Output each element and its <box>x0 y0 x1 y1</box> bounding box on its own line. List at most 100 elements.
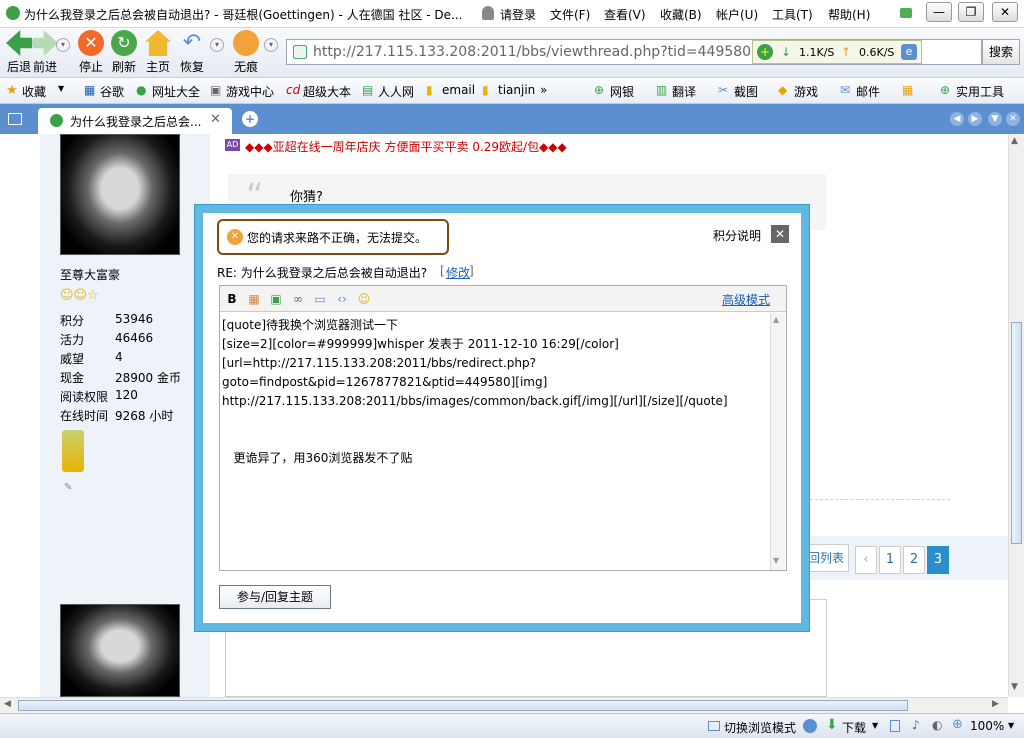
message-icon[interactable]: ✎ <box>64 482 72 493</box>
login-link[interactable]: 请登录 <box>500 6 536 23</box>
edit-subject-link[interactable]: 修改 <box>446 264 470 281</box>
stat-label: 积分 <box>60 314 85 328</box>
ad-link[interactable]: ◆◆◆亚超在线一周年店庆 方便面平买平卖 0.29欧起/包◆◆◆ <box>245 138 567 155</box>
chevron-down-icon[interactable]: ▼ <box>1008 721 1014 730</box>
reply-textarea[interactable]: [quote]待我换个浏览器测试一下 [size=2][color=#99999… <box>222 316 770 570</box>
tab-close-all-icon[interactable]: ✕ <box>1006 112 1020 126</box>
close-icon[interactable]: ✕ <box>771 225 789 243</box>
page-link[interactable]: 1 <box>879 546 901 574</box>
stat-value: 46466 <box>115 331 154 345</box>
page-link[interactable]: 2 <box>903 546 925 574</box>
scroll-up-icon[interactable]: ▲ <box>1011 136 1018 146</box>
prev-page-icon[interactable]: ‹ <box>855 546 877 574</box>
incognito-dropdown-icon[interactable]: ▾ <box>264 38 278 52</box>
current-page[interactable]: 3 <box>927 546 949 574</box>
restore-button[interactable]: ↶ 恢复 <box>173 30 211 75</box>
image-icon[interactable]: ▣ <box>268 291 284 307</box>
maximize-button[interactable]: ❐ <box>958 2 984 22</box>
tool-bank[interactable]: 网银 <box>610 83 634 100</box>
user-icon <box>482 6 494 20</box>
advanced-mode-link[interactable]: 高级模式 <box>722 291 770 308</box>
tool-mail[interactable]: 邮件 <box>856 83 880 100</box>
code-icon[interactable]: ‹› <box>334 291 350 307</box>
document-icon[interactable] <box>890 720 900 732</box>
avatar[interactable] <box>60 604 180 697</box>
quote-icon[interactable]: ▭ <box>312 291 328 307</box>
avatar[interactable] <box>60 134 180 255</box>
tab-next-icon[interactable]: ▶ <box>968 112 982 126</box>
volume-icon[interactable]: ◐ <box>932 718 942 732</box>
bold-icon[interactable]: B <box>224 291 240 307</box>
browser-logo-icon <box>6 6 20 20</box>
status-bar: 切换浏览模式 ⬇ 下载 ▼ ♪ ◐ ⊕ 100% ▼ <box>0 713 1024 738</box>
switch-mode-button[interactable]: 切换浏览模式 <box>724 719 796 736</box>
sidebar-toggle-icon[interactable] <box>8 113 22 125</box>
incognito-button[interactable]: 无痕 <box>227 30 265 75</box>
sound-icon[interactable]: ♪ <box>912 718 920 732</box>
link-icon[interactable]: ∞ <box>290 291 306 307</box>
post-editor: B ▦ ▣ ∞ ▭ ‹› ☺ 高级模式 [quote]待我换个浏览器测试一下 [… <box>219 285 787 571</box>
speed-monitor[interactable]: + ↓ 1.1K/S ↑ 0.6K/S e <box>752 40 922 64</box>
scroll-down-icon[interactable]: ▼ <box>773 556 779 565</box>
fav-item-collect[interactable]: 收藏 <box>22 83 46 100</box>
scroll-left-icon[interactable]: ◀ <box>4 699 11 709</box>
ie-icon[interactable] <box>803 719 817 733</box>
title-bar: 为什么我登录之后总会被自动退出? - 哥廷根(Goettingen) - 人在德… <box>0 0 1024 28</box>
reply-subject: RE: 为什么我登录之后总会被自动退出? <box>217 266 428 280</box>
more-chevron-icon[interactable]: » <box>540 83 547 97</box>
tab-list-icon[interactable]: ▼ <box>988 112 1002 126</box>
tool-utilities[interactable]: 实用工具 <box>956 83 1004 100</box>
search-button[interactable]: 搜索 <box>982 39 1020 65</box>
menu-account[interactable]: 帐户(U) <box>716 6 758 23</box>
chevron-down-icon[interactable]: ▼ <box>872 721 878 730</box>
credits-link[interactable]: 积分说明 <box>713 227 761 244</box>
tab-prev-icon[interactable]: ◀ <box>950 112 964 126</box>
download-button[interactable]: 下载 <box>842 719 866 736</box>
menu-view[interactable]: 查看(V) <box>604 6 646 23</box>
scroll-down-icon[interactable]: ▼ <box>1011 682 1018 692</box>
editor-scrollbar[interactable]: ▲ ▼ <box>770 313 785 570</box>
smiley-icon[interactable]: ☺ <box>356 291 372 307</box>
scroll-right-icon[interactable]: ▶ <box>992 699 999 709</box>
fav-item-google[interactable]: 谷歌 <box>100 83 124 100</box>
tab-current[interactable]: 为什么我登录之后总会... ✕ <box>38 108 232 134</box>
vertical-scrollbar[interactable]: ▲ ▼ <box>1008 134 1024 697</box>
scroll-up-icon[interactable]: ▲ <box>773 315 779 324</box>
fav-item-chaoji[interactable]: 超级大本 <box>303 83 351 100</box>
tab-close-icon[interactable]: ✕ <box>210 112 221 127</box>
horizontal-scrollbar[interactable]: ◀ ▶ <box>0 697 1008 713</box>
tool-screenshot[interactable]: 截图 <box>734 83 758 100</box>
zoom-level[interactable]: 100% <box>970 719 1004 733</box>
scroll-thumb[interactable] <box>18 700 908 711</box>
fav-item-sites[interactable]: 网址大全 <box>152 83 200 100</box>
forward-arrow-icon <box>32 30 58 56</box>
tool-games[interactable]: 游戏 <box>794 83 818 100</box>
menu-help[interactable]: 帮助(H) <box>828 6 870 23</box>
scissors-icon: ✂ <box>718 83 729 97</box>
widget-icon[interactable]: ▦ <box>902 83 913 97</box>
fav-item-tianjin[interactable]: tianjin <box>498 83 535 97</box>
menu-file[interactable]: 文件(F) <box>550 6 590 23</box>
chevron-down-icon[interactable]: ▼ <box>58 84 64 93</box>
url-text[interactable]: http://217.115.133.208:2011/bbs/viewthre… <box>313 44 810 60</box>
home-button[interactable]: 主页 <box>139 30 177 75</box>
submit-reply-button[interactable]: 参与/回复主题 <box>219 585 331 609</box>
menu-favorites[interactable]: 收藏(B) <box>660 6 702 23</box>
fav-item-renren[interactable]: 人人网 <box>378 83 414 100</box>
fav-item-email[interactable]: email <box>442 83 475 97</box>
refresh-button[interactable]: ↻ 刷新 <box>105 30 143 75</box>
minimize-button[interactable]: — <box>926 2 952 22</box>
username[interactable]: 至尊大富豪 <box>60 266 120 283</box>
close-button[interactable]: ✕ <box>992 2 1018 22</box>
new-tab-icon[interactable]: + <box>242 111 258 127</box>
history-dropdown-icon[interactable]: ▾ <box>56 38 70 52</box>
scroll-thumb[interactable] <box>1011 322 1022 544</box>
restore-dropdown-icon[interactable]: ▾ <box>210 38 224 52</box>
forward-button[interactable]: 前进 <box>26 30 64 75</box>
site-nav-icon: ● <box>136 83 147 97</box>
menu-tools[interactable]: 工具(T) <box>772 6 813 23</box>
color-icon[interactable]: ▦ <box>246 291 262 307</box>
skin-icon[interactable] <box>900 8 912 18</box>
tool-translate[interactable]: 翻译 <box>672 83 696 100</box>
fav-item-games[interactable]: 游戏中心 <box>226 83 274 100</box>
